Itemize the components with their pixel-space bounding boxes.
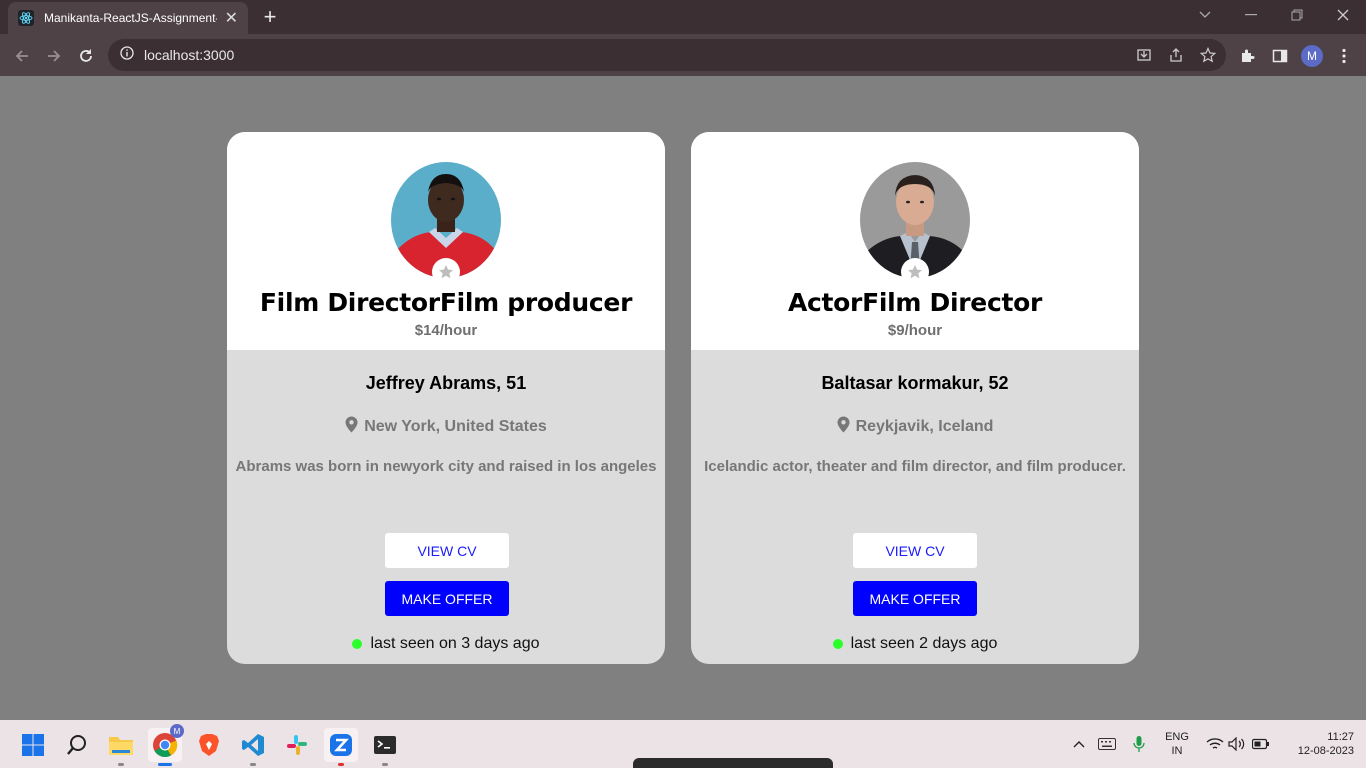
profile-bio: Icelandic actor, theater and film direct… bbox=[704, 458, 1126, 475]
tab-search-icon[interactable] bbox=[1182, 0, 1228, 30]
running-indicator bbox=[382, 763, 388, 766]
last-seen-status: last seen 2 days ago bbox=[691, 635, 1139, 653]
more-menu-icon[interactable] bbox=[1330, 42, 1358, 70]
profile-card: ActorFilm Director $9/hour Baltasar korm… bbox=[691, 132, 1139, 664]
running-indicator bbox=[158, 763, 172, 766]
profile-name: Baltasar kormakur, 52 bbox=[821, 373, 1009, 393]
close-window-icon[interactable] bbox=[1320, 0, 1366, 30]
clock-time: 11:27 bbox=[1327, 731, 1354, 743]
make-offer-button[interactable]: MAKE OFFER bbox=[385, 581, 509, 616]
taskbar-overlay-pill bbox=[633, 758, 833, 768]
chrome-profile-badge: M bbox=[170, 724, 184, 738]
install-app-icon[interactable] bbox=[1130, 39, 1158, 71]
profile-card: Film DirectorFilm producer $14/hour Jeff… bbox=[227, 132, 665, 664]
profile-role: Film DirectorFilm producer bbox=[259, 288, 633, 317]
side-panel-icon[interactable] bbox=[1266, 42, 1294, 70]
volume-icon[interactable] bbox=[1226, 734, 1248, 754]
minimize-icon[interactable] bbox=[1228, 0, 1274, 30]
running-indicator bbox=[250, 763, 256, 766]
zoho-app-icon[interactable] bbox=[324, 728, 358, 766]
view-cv-button[interactable]: VIEW CV bbox=[853, 533, 977, 568]
file-explorer-icon[interactable] bbox=[104, 728, 138, 766]
browser-tab-active[interactable]: Manikanta-ReactJS-Assignment- ✕ bbox=[8, 2, 248, 34]
profile-avatar[interactable]: M bbox=[1298, 42, 1326, 70]
new-tab-button[interactable]: + bbox=[258, 4, 282, 30]
last-seen-text: last seen 2 days ago bbox=[850, 635, 998, 652]
clock[interactable]: 11:27 12-08-2023 bbox=[1282, 730, 1354, 758]
back-arrow-icon[interactable] bbox=[8, 42, 36, 70]
reload-icon[interactable] bbox=[72, 42, 100, 70]
last-seen-text: last seen on 3 days ago bbox=[370, 635, 540, 652]
browser-toolbar: localhost:3000 M bbox=[0, 34, 1366, 76]
location-text: Reykjavik, Iceland bbox=[855, 418, 994, 435]
react-icon bbox=[18, 10, 34, 26]
extensions-puzzle-icon[interactable] bbox=[1234, 42, 1262, 70]
tab-title: Manikanta-ReactJS-Assignment- bbox=[44, 11, 217, 25]
profile-role: ActorFilm Director bbox=[787, 288, 1043, 317]
browser-tab-strip: Manikanta-ReactJS-Assignment- ✕ + bbox=[0, 0, 1366, 34]
search-icon[interactable] bbox=[60, 728, 94, 762]
hourly-rate: $14/hour bbox=[414, 322, 478, 339]
running-indicator bbox=[338, 763, 344, 766]
restore-icon[interactable] bbox=[1274, 0, 1320, 30]
show-hidden-icons-chevron-icon[interactable] bbox=[1068, 734, 1090, 754]
site-info-icon[interactable] bbox=[120, 45, 134, 65]
profile-location: New York, United States bbox=[227, 416, 665, 438]
chrome-icon[interactable]: M bbox=[148, 724, 184, 766]
url-text: localhost:3000 bbox=[144, 47, 235, 63]
location-pin-icon bbox=[345, 416, 358, 438]
close-tab-icon[interactable]: ✕ bbox=[225, 8, 238, 28]
online-status-dot bbox=[352, 639, 363, 649]
bookmark-star-icon[interactable] bbox=[1194, 39, 1222, 71]
location-pin-icon bbox=[837, 416, 850, 438]
slack-icon[interactable] bbox=[280, 728, 314, 762]
location-text: New York, United States bbox=[364, 418, 547, 435]
view-cv-button[interactable]: VIEW CV bbox=[385, 533, 509, 568]
favorite-star-icon[interactable] bbox=[901, 258, 929, 286]
address-bar[interactable]: localhost:3000 bbox=[108, 39, 1226, 71]
windows-start-icon[interactable] bbox=[16, 728, 50, 762]
favorite-star-icon[interactable] bbox=[432, 258, 460, 286]
profile-bio: Abrams was born in newyork city and rais… bbox=[235, 458, 657, 475]
profile-location: Reykjavik, Iceland bbox=[691, 416, 1139, 438]
battery-icon[interactable] bbox=[1250, 734, 1272, 754]
profile-name: Jeffrey Abrams, 51 bbox=[365, 373, 527, 393]
keyboard-icon[interactable] bbox=[1096, 734, 1118, 754]
last-seen-status: last seen on 3 days ago bbox=[227, 635, 665, 653]
forward-arrow-icon[interactable] bbox=[40, 42, 68, 70]
clock-date: 12-08-2023 bbox=[1297, 745, 1354, 757]
vscode-icon[interactable] bbox=[236, 728, 270, 766]
language-indicator[interactable]: ENG IN bbox=[1160, 730, 1194, 758]
hourly-rate: $9/hour bbox=[887, 322, 943, 339]
brave-browser-icon[interactable] bbox=[192, 728, 226, 762]
running-indicator bbox=[118, 763, 124, 766]
terminal-icon[interactable] bbox=[368, 728, 402, 766]
share-icon[interactable] bbox=[1162, 39, 1190, 71]
make-offer-button[interactable]: MAKE OFFER bbox=[853, 581, 977, 616]
wifi-icon[interactable] bbox=[1204, 734, 1226, 754]
online-status-dot bbox=[832, 639, 843, 649]
microphone-icon[interactable] bbox=[1128, 734, 1150, 754]
